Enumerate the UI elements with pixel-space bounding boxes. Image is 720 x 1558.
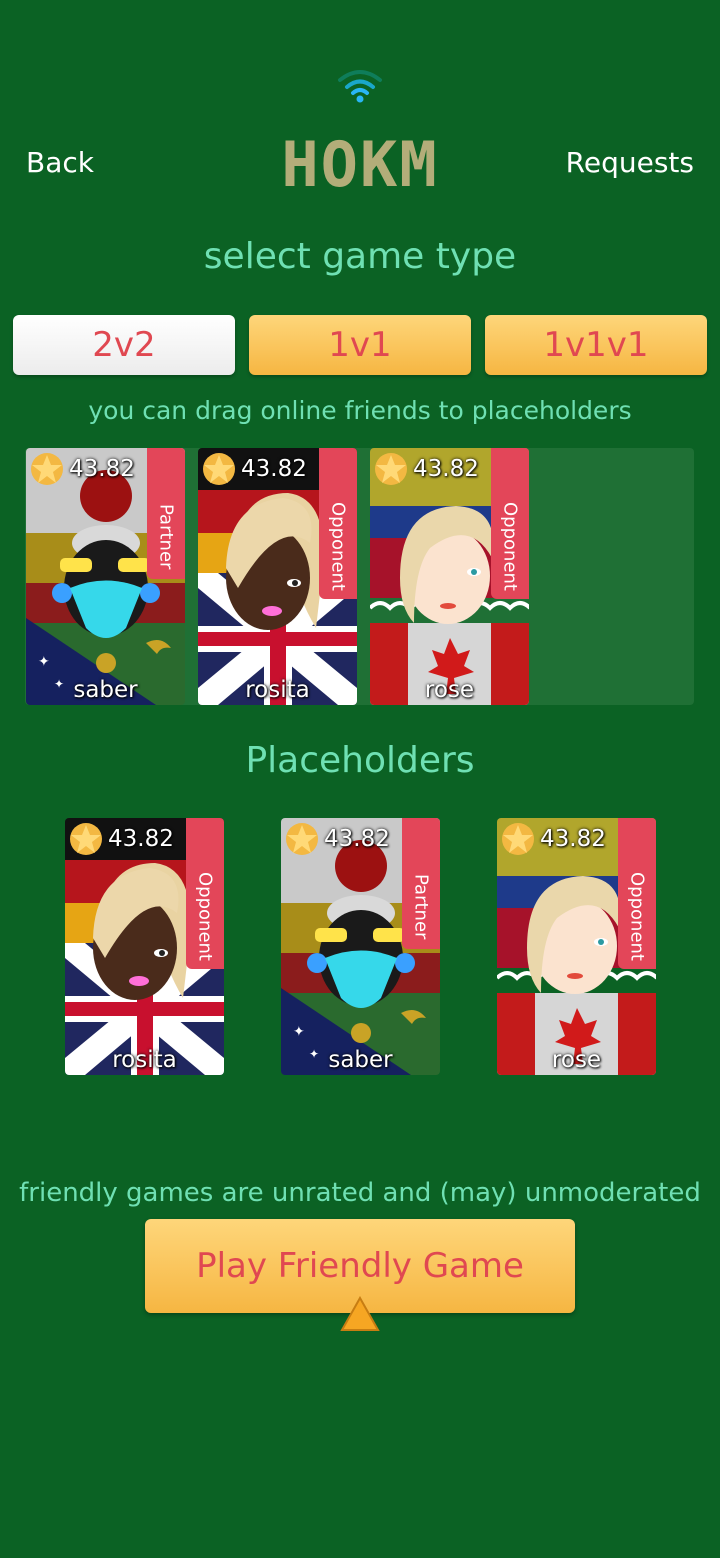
tab-1v1v1[interactable]: 1v1v1: [485, 315, 707, 375]
placeholder-card-saber[interactable]: ✦ ✦ 43.82 VIP Partner saber: [281, 818, 440, 1075]
player-rating: 43.82: [540, 826, 606, 852]
placeholder-card-rose[interactable]: 43.82 VIP Opponent rose: [497, 818, 656, 1075]
player-name: rose: [551, 1047, 602, 1073]
placeholders-heading: Placeholders: [245, 740, 475, 781]
drag-hint-text: you can drag online friends to placehold…: [88, 396, 632, 425]
player-name: rosita: [245, 677, 310, 703]
role-badge: Opponent: [491, 448, 529, 599]
player-rating: 43.82: [324, 826, 390, 852]
role-badge: Partner: [147, 448, 185, 579]
player-rating: 43.82: [69, 456, 135, 482]
player-rating: 43.82: [108, 826, 174, 852]
friend-card-saber[interactable]: ✦ ✦ 43.82 VIP Partner saber: [26, 448, 185, 705]
star-icon: [69, 822, 103, 856]
svg-text:✦: ✦: [293, 1024, 305, 1040]
role-badge: Opponent: [618, 818, 656, 969]
requests-button[interactable]: Requests: [566, 146, 694, 179]
player-name: saber: [328, 1047, 393, 1073]
tab-2v2[interactable]: 2v2: [13, 315, 235, 375]
friendly-games-note: friendly games are unrated and (may) unm…: [19, 1178, 701, 1208]
role-badge: Opponent: [186, 818, 224, 969]
player-name: rose: [424, 677, 475, 703]
player-rating: 43.82: [413, 456, 479, 482]
role-badge: Partner: [402, 818, 440, 949]
svg-text:✦: ✦: [38, 654, 50, 670]
star-icon: [30, 452, 64, 486]
star-icon: [374, 452, 408, 486]
player-rating: 43.82: [241, 456, 307, 482]
friend-card-rosita[interactable]: 43.82 VIP Opponent rosita: [198, 448, 357, 705]
star-icon: [285, 822, 319, 856]
tab-1v1[interactable]: 1v1: [249, 315, 471, 375]
wifi-icon: [338, 70, 382, 103]
placeholder-card-rosita[interactable]: 43.82 VIP Opponent rosita: [65, 818, 224, 1075]
player-name: saber: [73, 677, 138, 703]
role-badge: Opponent: [319, 448, 357, 599]
game-type-heading: select game type: [203, 236, 517, 277]
friend-card-rose[interactable]: 43.82 VIP Opponent rose: [370, 448, 529, 705]
star-icon: [501, 822, 535, 856]
pointer-arrow-icon: [340, 1296, 380, 1331]
player-name: rosita: [112, 1047, 177, 1073]
star-icon: [202, 452, 236, 486]
